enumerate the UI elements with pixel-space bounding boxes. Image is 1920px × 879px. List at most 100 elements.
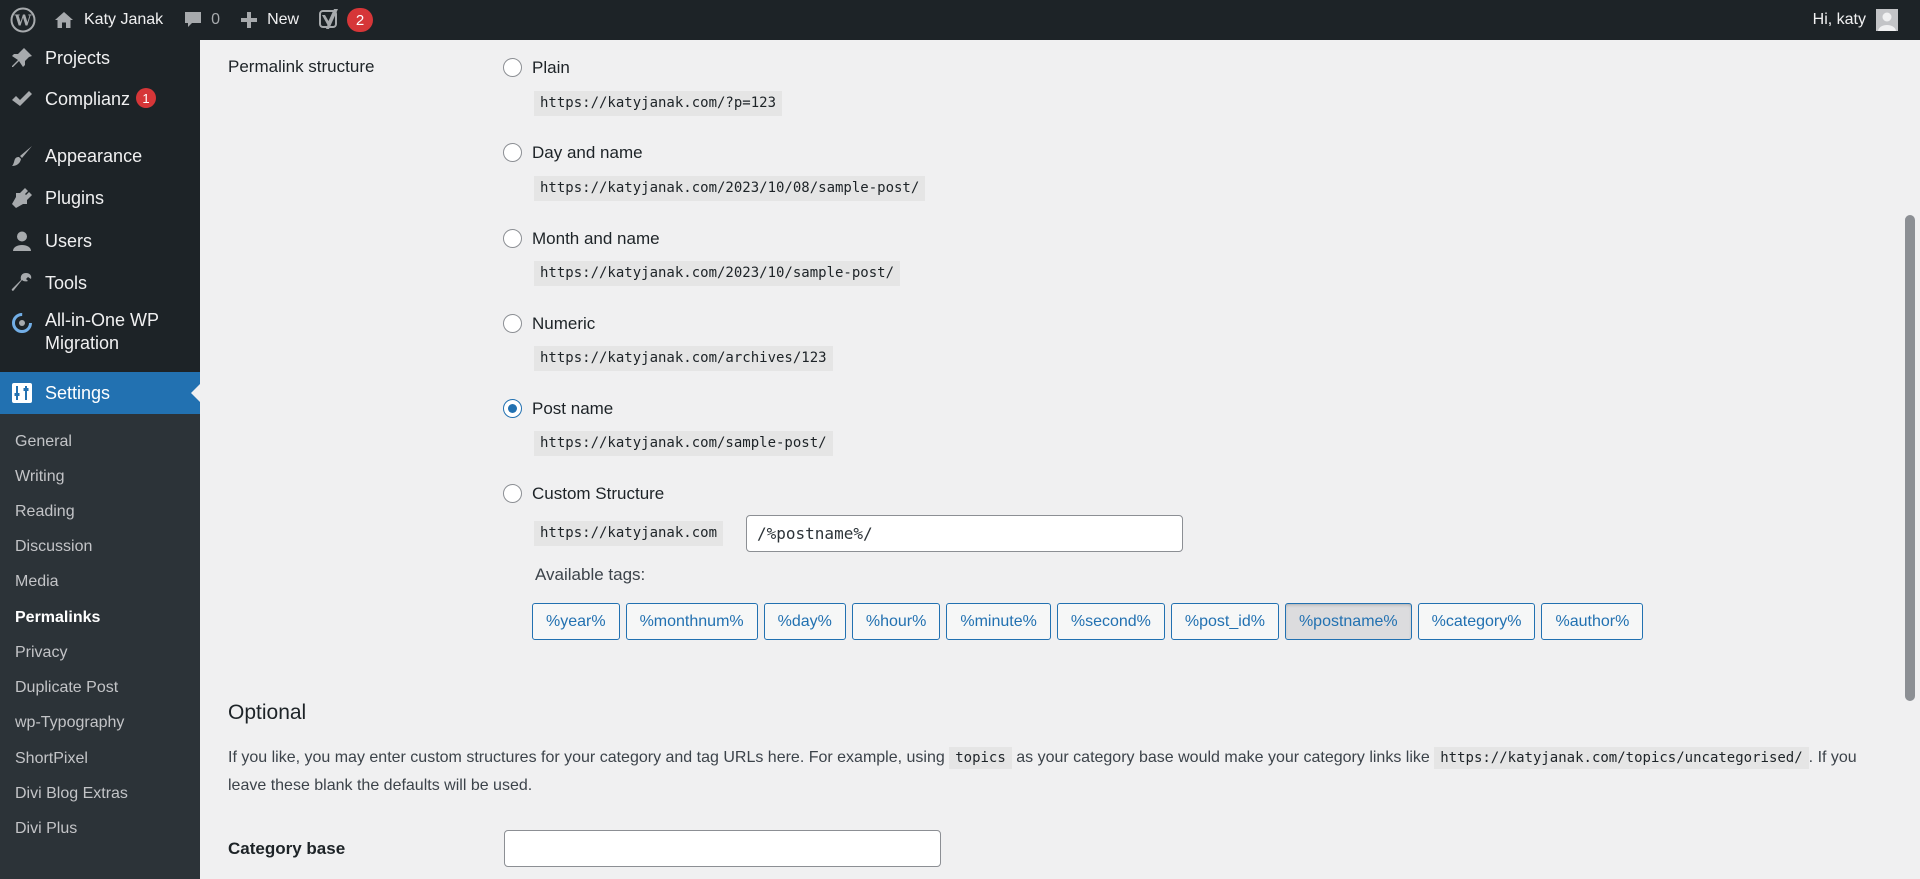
example-url-plain: https://katyjanak.com/?p=123 — [534, 91, 783, 116]
category-base-input[interactable] — [504, 830, 941, 867]
comments-count: 0 — [211, 11, 221, 28]
option-label-day-and-name[interactable]: Day and name — [532, 143, 643, 163]
menu-item-all-in-one-wp-migration[interactable]: All-in-One WP Migration — [0, 309, 200, 357]
plus-icon — [240, 11, 258, 29]
tag-button-monthnum[interactable]: %monthnum% — [625, 603, 758, 640]
custom-structure-prefix: https://katyjanak.com — [534, 521, 724, 546]
radio-day-and-name[interactable] — [503, 143, 522, 162]
migration-icon — [10, 311, 34, 335]
example-url-numeric: https://katyjanak.com/archives/123 — [534, 346, 833, 371]
submenu-item-duplicate-post[interactable]: Duplicate Post — [15, 678, 118, 698]
new-label: New — [267, 11, 300, 28]
menu-label-wrap: Complianz 1 — [45, 88, 157, 111]
category-base-label: Category base — [228, 839, 346, 858]
option-label-numeric[interactable]: Numeric — [532, 314, 595, 334]
submenu-item-writing[interactable]: Writing — [15, 467, 65, 487]
svg-text:W: W — [14, 12, 33, 30]
brush-icon — [10, 144, 34, 168]
settings-submenu: General Writing Reading Discussion Media… — [0, 414, 200, 879]
menu-label: All-in-One WP — [45, 310, 160, 330]
page-scrollbar[interactable] — [1900, 40, 1920, 879]
menu-item-projects[interactable]: Projects — [0, 40, 200, 76]
custom-structure-input[interactable]: /%postname%/ — [746, 515, 1183, 552]
submenu-item-media[interactable]: Media — [15, 572, 59, 592]
menu-label-wrap: All-in-One WP Migration — [45, 309, 159, 355]
pin-icon — [10, 46, 34, 70]
submenu-item-reading[interactable]: Reading — [15, 502, 75, 522]
optional-desc-part1: If you like, you may enter custom struct… — [228, 749, 945, 766]
check-icon — [10, 87, 34, 111]
radio-month-and-name[interactable] — [503, 229, 522, 248]
option-label-custom-structure[interactable]: Custom Structure — [532, 484, 664, 504]
menu-item-appearance[interactable]: Appearance — [0, 136, 200, 176]
comment-icon — [183, 10, 203, 30]
submenu-item-divi-plus[interactable]: Divi Plus — [15, 819, 77, 839]
tag-button-post-id[interactable]: %post_id% — [1170, 603, 1279, 640]
plug-icon — [10, 186, 34, 210]
menu-item-complianz[interactable]: Complianz 1 — [0, 78, 200, 120]
complianz-badge: 1 — [136, 88, 157, 108]
menu-item-settings[interactable]: Settings — [0, 372, 200, 414]
avatar — [1876, 9, 1898, 31]
settings-icon — [10, 381, 34, 405]
submenu-item-divi-blog-extras[interactable]: Divi Blog Extras — [15, 784, 128, 804]
radio-custom-structure[interactable] — [503, 484, 522, 503]
tag-button-hour[interactable]: %hour% — [851, 603, 941, 640]
tag-button-author[interactable]: %author% — [1541, 603, 1644, 640]
menu-label: Tools — [45, 272, 88, 293]
tag-button-minute[interactable]: %minute% — [946, 603, 1051, 640]
menu-label: Settings — [45, 382, 111, 403]
example-url-month-and-name: https://katyjanak.com/2023/10/sample-pos… — [534, 261, 901, 286]
user-icon — [10, 229, 34, 253]
optional-desc-part2: as your category base would make your ca… — [1016, 749, 1430, 766]
optional-section-title: Optional — [228, 701, 307, 724]
submenu-item-privacy[interactable]: Privacy — [15, 643, 67, 663]
site-name-link[interactable]: Katy Janak — [44, 0, 173, 40]
menu-item-plugins[interactable]: Plugins — [0, 178, 200, 218]
submenu-item-permalinks[interactable]: Permalinks — [15, 608, 100, 628]
menu-label: Appearance — [45, 145, 143, 166]
tag-button-category[interactable]: %category% — [1417, 603, 1536, 640]
menu-item-tools[interactable]: Tools — [0, 263, 200, 303]
greeting: Hi, katy — [1812, 11, 1866, 28]
submenu-item-discussion[interactable]: Discussion — [15, 537, 92, 557]
menu-label: Complianz — [45, 88, 131, 109]
submenu-item-general[interactable]: General — [15, 432, 72, 452]
wordpress-logo-icon[interactable]: W — [2, 0, 44, 40]
my-account-menu[interactable]: Hi, katy — [1803, 0, 1920, 40]
home-icon — [54, 11, 74, 29]
option-label-plain[interactable]: Plain — [532, 58, 570, 78]
comments-link[interactable]: 0 — [173, 0, 230, 40]
submenu-item-shortpixel[interactable]: ShortPixel — [15, 749, 88, 769]
new-content-link[interactable]: New — [230, 0, 309, 40]
scrollbar-thumb[interactable] — [1905, 215, 1915, 701]
optional-description: If you like, you may enter custom struct… — [228, 744, 1888, 799]
radio-numeric[interactable] — [503, 314, 522, 333]
menu-label: Users — [45, 230, 93, 251]
tag-button-second[interactable]: %second% — [1056, 603, 1165, 640]
tag-button-year[interactable]: %year% — [532, 603, 620, 640]
example-category-base: topics — [949, 747, 1012, 769]
submenu-item-wp-typography[interactable]: wp-Typography — [15, 713, 124, 733]
admin-sidebar: Projects Complianz 1 Appearance Plugins U… — [0, 40, 200, 879]
permalink-structure-label: Permalink structure — [228, 57, 375, 76]
radio-plain[interactable] — [503, 58, 522, 77]
site-name: Katy Janak — [84, 11, 164, 28]
option-label-post-name[interactable]: Post name — [532, 399, 613, 419]
menu-label: Projects — [45, 47, 111, 68]
menu-label-line2: Migration — [45, 333, 120, 353]
option-label-month-and-name[interactable]: Month and name — [532, 229, 660, 249]
tag-button-postname[interactable]: %postname% — [1284, 603, 1412, 640]
main-content: Permalink structure Plain https://katyja… — [200, 40, 1900, 879]
radio-post-name[interactable] — [503, 399, 522, 418]
yoast-notification-badge: 2 — [347, 8, 374, 32]
example-category-url: https://katyjanak.com/topics/uncategoris… — [1434, 747, 1809, 769]
tag-button-day[interactable]: %day% — [763, 603, 846, 640]
menu-item-users[interactable]: Users — [0, 221, 200, 261]
example-url-day-and-name: https://katyjanak.com/2023/10/08/sample-… — [534, 176, 926, 201]
available-tags-list: %year% %monthnum% %day% %hour% %minute% … — [532, 603, 1644, 640]
yoast-menu[interactable]: 2 — [309, 0, 383, 40]
yoast-icon — [319, 8, 341, 32]
admin-bar: W Katy Janak 0 New 2 Hi, katy — [0, 0, 1920, 40]
available-tags-label: Available tags: — [535, 565, 646, 584]
